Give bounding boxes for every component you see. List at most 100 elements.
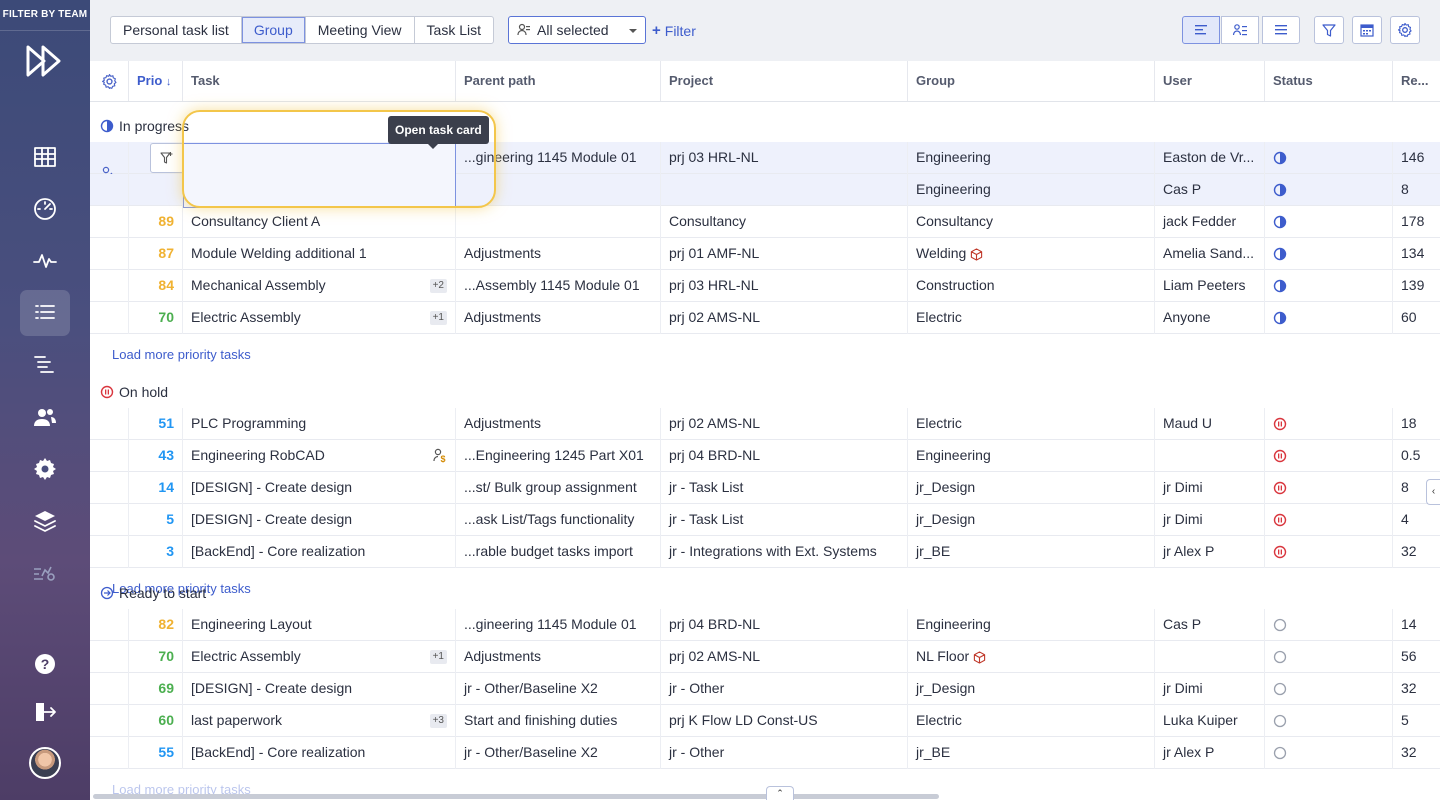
user-cell[interactable]: jr Alex P	[1155, 536, 1265, 568]
column-header-user[interactable]: User	[1155, 61, 1265, 101]
status-cell[interactable]	[1265, 302, 1393, 334]
subtask-count-badge[interactable]: +3	[429, 714, 447, 728]
parent-cell[interactable]: jr - Other/Baseline X2	[456, 673, 661, 705]
project-cell[interactable]: prj 02 AMS-NL	[661, 408, 908, 440]
re-cell[interactable]: 4	[1393, 504, 1440, 536]
status-cell[interactable]	[1265, 142, 1393, 174]
group-cell[interactable]: Electric	[908, 408, 1155, 440]
prio-cell[interactable]: 87	[129, 238, 183, 270]
prio-cell[interactable]: 82	[129, 609, 183, 641]
user-cell[interactable]: Anyone	[1155, 302, 1265, 334]
re-cell[interactable]: 32	[1393, 673, 1440, 705]
filter-by-team-label[interactable]: FILTER BY TEAM	[0, 9, 90, 20]
user-cell[interactable]: Cas P	[1155, 609, 1265, 641]
parent-cell[interactable]: Adjustments	[456, 408, 661, 440]
sidebar-nav-analytics-search[interactable]	[20, 550, 70, 596]
group-cell[interactable]: Electric	[908, 705, 1155, 737]
prio-cell[interactable]: 5	[129, 504, 183, 536]
prio-cell[interactable]: 55	[129, 737, 183, 769]
status-cell[interactable]	[1265, 472, 1393, 504]
table-row[interactable]: 70 Electric Assembly +1 Adjustments prj 02 A…	[90, 641, 1440, 673]
re-cell[interactable]: 178	[1393, 206, 1440, 238]
status-cell[interactable]	[1265, 408, 1393, 440]
parent-cell[interactable]: Adjustments	[456, 238, 661, 270]
app-logo-icon[interactable]	[25, 44, 65, 78]
sidebar-nav-gear[interactable]	[20, 446, 70, 492]
project-cell[interactable]: prj 03 HRL-NL	[661, 270, 908, 302]
project-cell[interactable]: jr - Task List	[661, 504, 908, 536]
task-cell[interactable]: [DESIGN] - Create design	[183, 673, 456, 705]
task-cell[interactable]: Module Welding additional 1	[183, 238, 456, 270]
project-cell[interactable]: jr - Task List	[661, 472, 908, 504]
sidebar-nav-activity-pulse[interactable]	[20, 238, 70, 284]
project-cell[interactable]: prj 02 AMS-NL	[661, 302, 908, 334]
parent-cell[interactable]: ...Engineering 1245 Part X01	[456, 440, 661, 472]
column-header-status[interactable]: Status	[1265, 61, 1393, 101]
sidebar-help-button[interactable]: ?	[20, 641, 70, 687]
tab-task-list[interactable]: Task List	[415, 17, 493, 43]
re-cell[interactable]: 0.5	[1393, 440, 1440, 472]
project-cell[interactable]	[661, 174, 908, 206]
re-cell[interactable]: 32	[1393, 536, 1440, 568]
task-cell[interactable]: PLC Programming	[183, 408, 456, 440]
user-cell[interactable]: Easton de Vr...	[1155, 142, 1265, 174]
settings-button[interactable]	[1390, 16, 1420, 44]
calendar-button[interactable]	[1352, 16, 1382, 44]
group-cell[interactable]: Consultancy	[908, 206, 1155, 238]
project-cell[interactable]: prj K Flow LD Const-US	[661, 705, 908, 737]
sidebar-nav-users[interactable]	[20, 394, 70, 440]
filter-button[interactable]: + Filter	[652, 22, 696, 39]
sidebar-nav-list[interactable]	[20, 290, 70, 336]
user-cell[interactable]: Maud U	[1155, 408, 1265, 440]
group-cell[interactable]: Engineering	[908, 142, 1155, 174]
status-cell[interactable]	[1265, 440, 1393, 472]
project-cell[interactable]: prj 02 AMS-NL	[661, 641, 908, 673]
status-cell[interactable]	[1265, 504, 1393, 536]
parent-cell[interactable]: ...ask List/Tags functionality	[456, 504, 661, 536]
table-row[interactable]: 43 Engineering RobCAD $ ...Engineering 1245…	[90, 440, 1440, 472]
parent-cell[interactable]: ...gineering 1145 Module 01	[456, 609, 661, 641]
group-cell[interactable]: Construction	[908, 270, 1155, 302]
column-header-parent-path[interactable]: Parent path	[456, 61, 661, 101]
project-cell[interactable]: prj 04 BRD-NL	[661, 609, 908, 641]
group-cell[interactable]: Engineering	[908, 440, 1155, 472]
task-cell[interactable]: Engineering Layout	[183, 609, 456, 641]
table-row[interactable]: 70 Electric Assembly +1 Adjustments prj 02 A…	[90, 302, 1440, 334]
parent-cell[interactable]: jr - Other/Baseline X2	[456, 737, 661, 769]
table-row[interactable]: 5 [DESIGN] - Create design ...ask List/Tag…	[90, 504, 1440, 536]
group-cell[interactable]: Engineering	[908, 609, 1155, 641]
status-cell[interactable]	[1265, 705, 1393, 737]
group-header-on-hold[interactable]: On hold	[100, 380, 168, 404]
sidebar-logout-button[interactable]	[20, 689, 70, 735]
table-row[interactable]: 55 [BackEnd] - Core realization jr - Other…	[90, 737, 1440, 769]
task-cell[interactable]: Electric Assembly +1	[183, 302, 456, 334]
task-cell[interactable]: last paperwork +3	[183, 705, 456, 737]
sidebar-nav-layers[interactable]	[20, 498, 70, 544]
status-cell[interactable]	[1265, 238, 1393, 270]
column-header-prio[interactable]: Prio ↓	[129, 61, 183, 101]
re-cell[interactable]: 14	[1393, 609, 1440, 641]
subtask-count-badge[interactable]: +1	[429, 311, 447, 325]
prio-cell[interactable]: 89	[129, 206, 183, 238]
column-header-group[interactable]: Group	[908, 61, 1155, 101]
prio-cell[interactable]: 70	[129, 641, 183, 673]
load-more-priority-tasks-link[interactable]: Load more priority tasks	[112, 347, 251, 362]
column-header-project[interactable]: Project	[661, 61, 908, 101]
user-cell[interactable]: jr Alex P	[1155, 737, 1265, 769]
group-cell[interactable]: jr_Design	[908, 472, 1155, 504]
project-cell[interactable]: prj 03 HRL-NL	[661, 142, 908, 174]
prio-cell[interactable]	[129, 174, 183, 206]
status-cell[interactable]	[1265, 536, 1393, 568]
task-cell[interactable]: Consultancy Client A	[183, 206, 456, 238]
table-row[interactable]: 3 [BackEnd] - Core realization ...rable bu…	[90, 536, 1440, 568]
tab-personal-task-list[interactable]: Personal task list	[111, 17, 242, 43]
parent-cell[interactable]: Adjustments	[456, 302, 661, 334]
sidebar-nav-calendar-grid[interactable]	[20, 134, 70, 180]
re-cell[interactable]: 18	[1393, 408, 1440, 440]
parent-cell[interactable]: Adjustments	[456, 641, 661, 673]
status-cell[interactable]	[1265, 641, 1393, 673]
avatar[interactable]	[29, 747, 61, 779]
group-cell[interactable]: NL Floor	[908, 641, 1155, 673]
table-row[interactable]: 51 PLC Programming Adjustments prj 02 AMS-N…	[90, 408, 1440, 440]
table-row[interactable]: 60 last paperwork +3 Start and finishing du…	[90, 705, 1440, 737]
